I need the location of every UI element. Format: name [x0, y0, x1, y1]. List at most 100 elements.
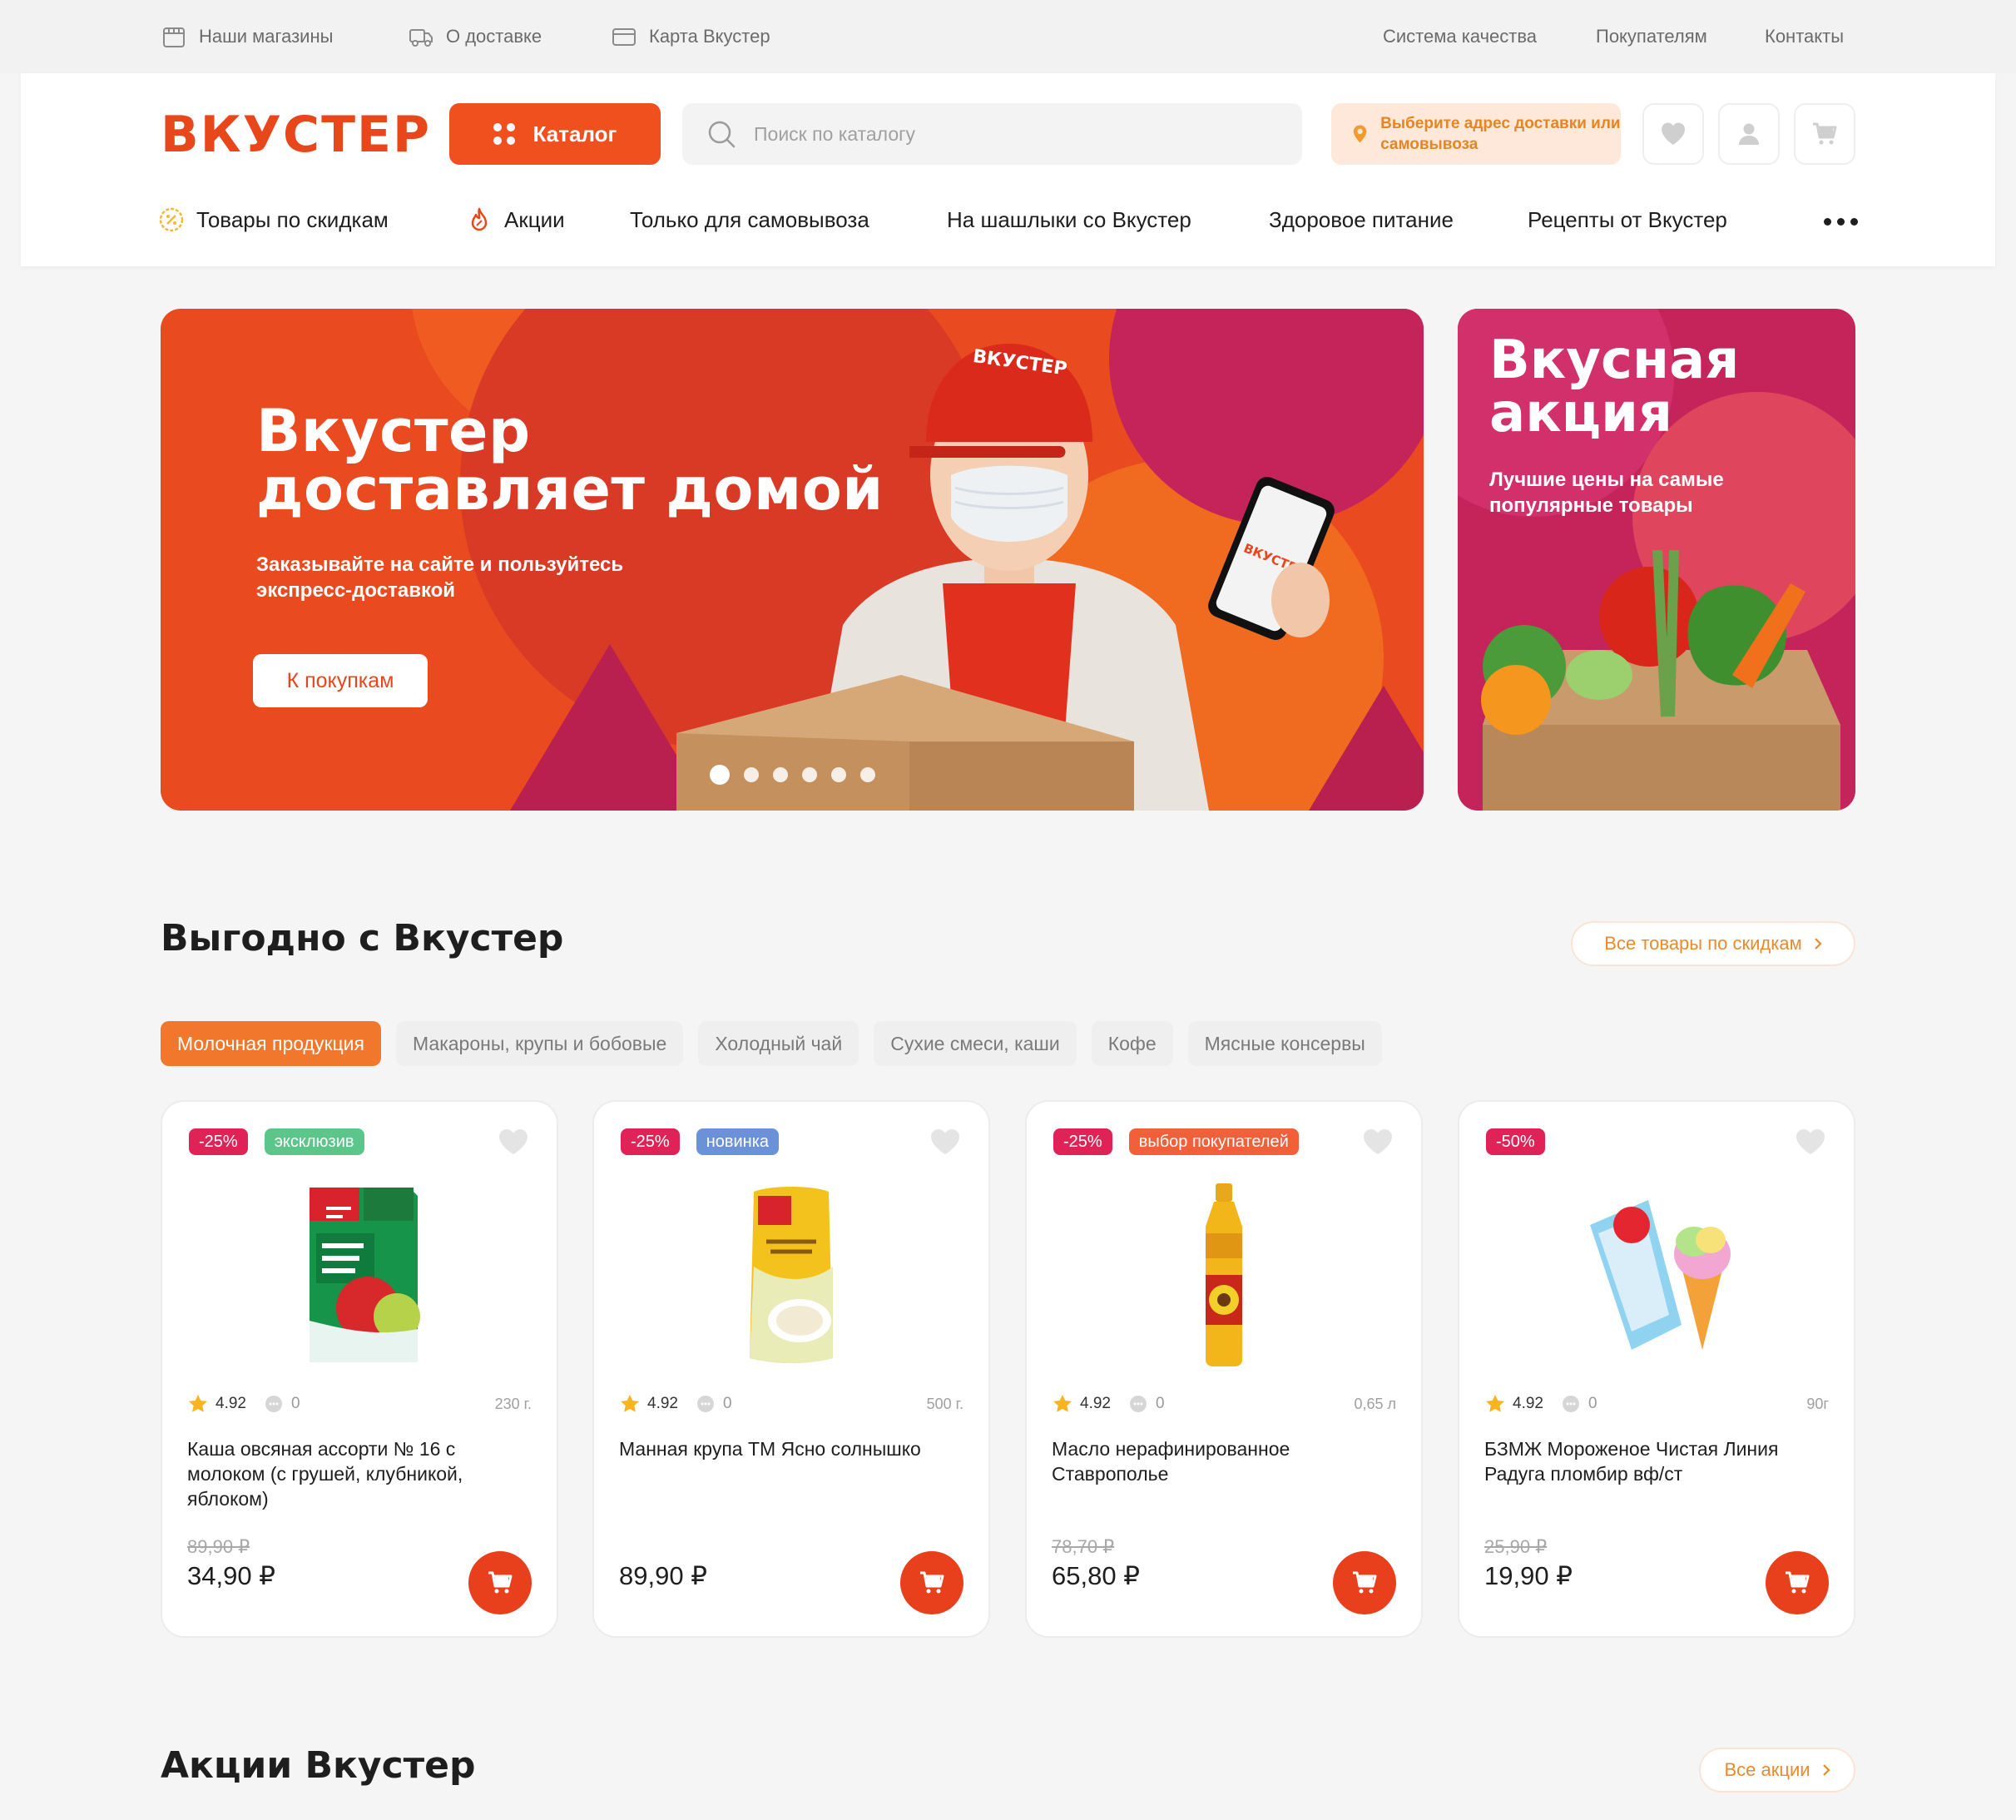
product-weight: 90г — [1806, 1395, 1829, 1412]
heart-icon[interactable] — [1361, 1127, 1394, 1157]
old-price: 25,90 ₽ — [1484, 1536, 1548, 1557]
all-promos-label: Все акции — [1724, 1759, 1810, 1780]
customers-link[interactable]: Покупателям — [1596, 0, 1707, 73]
comment-icon — [1562, 1396, 1579, 1412]
add-to-cart-button[interactable] — [468, 1551, 532, 1614]
product-weight: 230 г. — [494, 1395, 532, 1412]
hero-subtitle: Заказывайте на сайте и пользуйтесь экспр… — [256, 553, 624, 602]
old-price: 89,90 ₽ — [187, 1536, 250, 1557]
product-name[interactable]: Масло нерафинированное Ставрополье — [1052, 1436, 1384, 1486]
all-promos-link[interactable]: Все акции — [1699, 1748, 1855, 1793]
logo[interactable]: ВКУСТЕР — [161, 107, 431, 163]
profile-button[interactable] — [1718, 103, 1780, 165]
add-to-cart-button[interactable] — [1766, 1551, 1829, 1614]
star-icon — [1053, 1395, 1072, 1412]
hero-title: Вкустер доставляет домой — [256, 397, 884, 523]
hero-banner[interactable]: ВКУСТЕР ВКУСТЕР Вкустер доставляет домой… — [161, 309, 1424, 811]
promos-section-title: Акции Вкустер — [161, 1744, 476, 1787]
nav-item-bbq[interactable]: На шашлыки со Вкустер — [947, 198, 1191, 241]
user-icon — [1739, 123, 1759, 145]
cart-icon — [920, 1571, 944, 1594]
category-chip-coffee[interactable]: Кофе — [1091, 1021, 1173, 1066]
product-price: 65,80 ₽ — [1052, 1561, 1140, 1590]
product-name[interactable]: Каша овсяная ассорти № 16 с молоком (с г… — [187, 1436, 520, 1511]
category-chip-dry-mixes[interactable]: Сухие смеси, каши — [874, 1021, 1077, 1066]
delivery-info-link[interactable]: О доставке — [408, 0, 542, 73]
carousel-dot[interactable] — [744, 767, 759, 782]
card-icon — [612, 28, 636, 46]
heart-icon — [1662, 122, 1685, 145]
cart-icon — [1353, 1571, 1377, 1594]
product-image-ice-cream — [1590, 1200, 1731, 1350]
comments-count: 0 — [290, 1395, 300, 1412]
search-bar[interactable] — [682, 103, 1302, 165]
nav-item-healthy-food[interactable]: Здоровое питание — [1269, 198, 1454, 241]
comment-icon — [265, 1396, 282, 1412]
stores-link-label: Наши магазины — [199, 26, 334, 47]
product-name[interactable]: Манная крупа ТМ Ясно солнышко — [619, 1436, 952, 1461]
stores-link[interactable]: Наши магазины — [161, 0, 333, 73]
rating-value: 4.92 — [1080, 1395, 1111, 1412]
loyalty-card-label: Карта Вкустер — [649, 26, 770, 47]
category-chip-canned-meat[interactable]: Мясные консервы — [1187, 1021, 1382, 1066]
discount-badge: -25% — [189, 1128, 248, 1155]
delivery-address-label: Выберите адрес доставки или самовывоза — [1380, 115, 1621, 153]
nav-item-promotions[interactable]: Акции — [466, 198, 565, 241]
favorites-button[interactable] — [1642, 103, 1704, 165]
exclusive-badge: эксклюзив — [264, 1128, 364, 1155]
cart-icon — [1813, 122, 1837, 145]
product-price: 89,90 ₽ — [619, 1561, 707, 1590]
add-to-cart-button[interactable] — [900, 1551, 963, 1614]
carousel-dot[interactable] — [710, 765, 730, 785]
product-weight: 500 г. — [926, 1395, 963, 1412]
discount-badge: -25% — [621, 1128, 680, 1155]
heart-icon[interactable] — [497, 1127, 530, 1157]
catalog-button-label: Каталог — [532, 121, 617, 146]
comments-count: 0 — [722, 1395, 732, 1412]
top-utility-bar: Наши магазины О доставке Карта Вкустер С… — [0, 0, 2016, 73]
product-card[interactable]: -25% выбор покупателей 4.92 0 0,65 л Мас… — [1025, 1100, 1423, 1638]
quality-system-link[interactable]: Система качества — [1383, 0, 1537, 73]
catalog-button[interactable]: Каталог — [449, 103, 661, 165]
product-image-oil-bottle — [1206, 1183, 1242, 1366]
search-input[interactable] — [752, 121, 1255, 146]
rating-value: 4.92 — [215, 1395, 246, 1412]
cart-icon — [488, 1571, 513, 1594]
loyalty-card-link[interactable]: Карта Вкустер — [611, 0, 770, 73]
discount-icon — [159, 207, 184, 232]
star-icon — [621, 1395, 639, 1412]
nav-item-discounts[interactable]: Товары по скидкам — [158, 198, 389, 241]
nav-item-recipes[interactable]: Рецепты от Вкустер — [1528, 198, 1727, 241]
category-chip-pasta[interactable]: Макароны, крупы и бобовые — [395, 1021, 684, 1066]
chevron-right-icon — [1822, 1764, 1830, 1776]
carousel-dot[interactable] — [802, 767, 817, 782]
rating-value: 4.92 — [647, 1395, 678, 1412]
heart-icon[interactable] — [929, 1127, 962, 1157]
category-chip-dairy[interactable]: Молочная продукция — [161, 1021, 381, 1066]
more-dots-icon[interactable] — [1824, 218, 1858, 226]
product-name[interactable]: БЗМЖ Мороженое Чистая Линия Радуга пломб… — [1484, 1436, 1817, 1486]
carousel-dot[interactable] — [831, 767, 846, 782]
delivery-address-button[interactable]: Выберите адрес доставки или самовывоза — [1331, 103, 1621, 165]
comments-count: 0 — [1588, 1395, 1597, 1412]
comment-icon — [1129, 1396, 1147, 1412]
contacts-link[interactable]: Контакты — [1765, 0, 1844, 73]
star-icon — [1486, 1395, 1504, 1412]
product-card[interactable]: -25% эксклюзив 4.92 0 230 г. Каша овсяна… — [161, 1100, 558, 1638]
add-to-cart-button[interactable] — [1333, 1551, 1396, 1614]
carousel-dot[interactable] — [773, 767, 788, 782]
cart-button[interactable] — [1794, 103, 1855, 165]
product-card[interactable]: -25% новинка 4.92 0 500 г. Манная крупа … — [592, 1100, 990, 1638]
heart-icon[interactable] — [1794, 1127, 1827, 1157]
nav-item-pickup-only[interactable]: Только для самовывоза — [630, 198, 869, 241]
carousel-dot[interactable] — [860, 767, 875, 782]
product-card[interactable]: -50% 4.92 0 90г БЗМЖ Мороженое Чистая Ли… — [1458, 1100, 1855, 1638]
promo-side-banner[interactable]: Вкусная акция Лучшие цены на самые попул… — [1458, 309, 1855, 811]
carousel-dots — [710, 765, 875, 785]
customers-choice-badge: выбор покупателей — [1128, 1128, 1299, 1155]
new-badge: новинка — [696, 1128, 780, 1155]
hero-shop-button[interactable]: К покупкам — [253, 654, 428, 707]
nav-item-label: Акции — [504, 206, 565, 232]
category-chip-iced-tea[interactable]: Холодный чай — [698, 1021, 859, 1066]
all-discounts-link[interactable]: Все товары по скидкам — [1571, 921, 1855, 966]
